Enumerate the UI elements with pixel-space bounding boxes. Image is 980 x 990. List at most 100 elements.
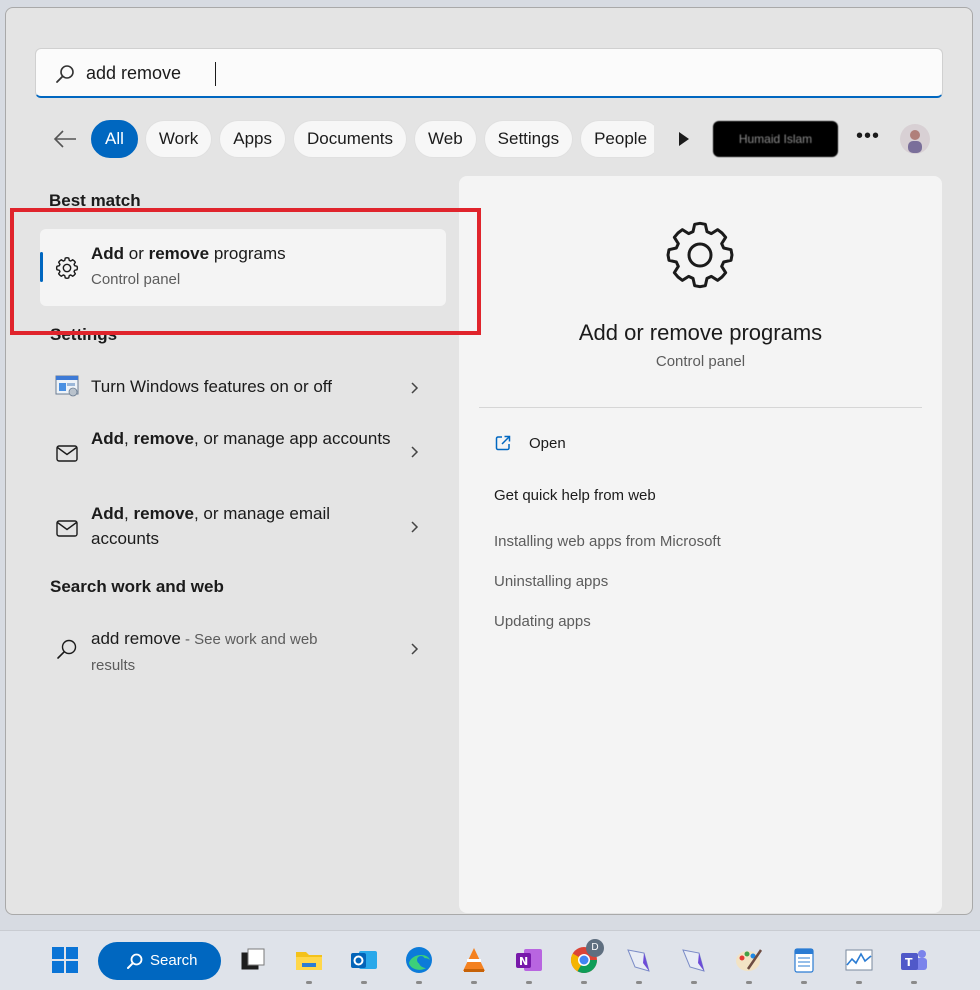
- onenote-icon[interactable]: N: [514, 945, 544, 975]
- chevron-right-icon: [411, 382, 419, 394]
- settings-result-bold-2: remove: [133, 504, 194, 523]
- running-indicator: [361, 981, 367, 984]
- task-view-icon[interactable]: [238, 945, 268, 975]
- search-input[interactable]: [86, 59, 906, 87]
- windows-start-icon[interactable]: [50, 945, 80, 975]
- taskbar-search-button[interactable]: Search: [98, 942, 221, 980]
- play-arrow-icon[interactable]: [672, 128, 694, 150]
- settings-result-bold-2: remove: [133, 429, 194, 448]
- back-arrow-icon[interactable]: [50, 124, 82, 154]
- settings-heading: Settings: [50, 325, 118, 344]
- settings-result-mid: ,: [124, 504, 134, 523]
- filter-chip-work[interactable]: Work: [144, 120, 213, 158]
- web-search-result[interactable]: add remove - See work and web results: [40, 620, 446, 690]
- filter-chip-apps[interactable]: Apps: [219, 120, 287, 158]
- best-match-title-mid: or: [124, 244, 149, 263]
- web-result-query: add remove: [91, 629, 181, 648]
- filter-chips: All Work Apps Documents Web Settings People: [91, 120, 654, 158]
- settings-result-label: Add, remove, or manage app accounts: [91, 426, 391, 451]
- open-button[interactable]: Open: [494, 432, 694, 458]
- profile-badge: D: [586, 939, 604, 957]
- running-indicator: [746, 981, 752, 984]
- running-indicator: [691, 981, 697, 984]
- detail-pane: Add or remove programs Control panel Ope…: [459, 176, 942, 913]
- vlc-icon[interactable]: [459, 945, 489, 975]
- selection-indicator: [40, 252, 43, 282]
- running-indicator: [416, 981, 422, 984]
- taskbar-search-label: Search: [150, 952, 198, 969]
- quick-help-heading: Get quick help from web: [494, 487, 656, 504]
- best-match-heading: Best match: [49, 191, 141, 210]
- settings-result-mid: ,: [124, 429, 134, 448]
- filter-chip-people[interactable]: People: [580, 120, 654, 158]
- paint-icon[interactable]: [734, 945, 764, 975]
- teams-icon[interactable]: T: [899, 945, 929, 975]
- running-indicator: [911, 981, 917, 984]
- open-label: Open: [529, 435, 566, 452]
- search-icon: [56, 65, 74, 83]
- search-icon: [57, 639, 77, 659]
- help-link-uninstalling-apps[interactable]: Uninstalling apps: [494, 573, 608, 590]
- filter-chip-settings[interactable]: Settings: [483, 120, 574, 158]
- settings-result-end: , or manage app accounts: [193, 429, 391, 448]
- edge-icon[interactable]: [404, 945, 434, 975]
- svg-text:T: T: [905, 956, 913, 969]
- taskbar: Search N D T: [0, 930, 980, 990]
- search-icon: [127, 953, 143, 969]
- app-icon[interactable]: [679, 945, 709, 975]
- filter-bar: All Work Apps Documents Web Settings People Hu…: [0, 118, 980, 160]
- running-indicator: [471, 981, 477, 984]
- performance-monitor-icon[interactable]: [844, 945, 874, 975]
- open-external-icon: [495, 435, 511, 451]
- gear-icon: [666, 221, 734, 289]
- search-web-heading: Search work and web: [50, 577, 224, 596]
- chevron-right-icon: [411, 446, 419, 458]
- text-caret: [215, 62, 216, 86]
- best-match-title-bold-1: Add: [91, 244, 125, 263]
- app-icon[interactable]: [624, 945, 654, 975]
- settings-result-label: Turn Windows features on or off: [91, 377, 332, 396]
- running-indicator: [526, 981, 532, 984]
- account-switcher[interactable]: Humaid Islam: [713, 121, 838, 157]
- notepad-icon[interactable]: [789, 945, 819, 975]
- more-options-icon[interactable]: •••: [850, 126, 886, 152]
- outlook-icon[interactable]: [349, 945, 379, 975]
- mail-icon: [56, 520, 78, 537]
- detail-title: Add or remove programs: [578, 320, 823, 345]
- chevron-right-icon: [411, 521, 419, 533]
- running-indicator: [856, 981, 862, 984]
- running-indicator: [306, 981, 312, 984]
- best-match-result[interactable]: Add or remove programs Control panel: [40, 229, 446, 306]
- settings-result-bold-1: Add: [91, 504, 125, 523]
- detail-subtitle: Control panel: [655, 353, 746, 370]
- help-link-installing-web-apps[interactable]: Installing web apps from Microsoft: [494, 533, 721, 550]
- filter-chip-all[interactable]: All: [91, 120, 138, 158]
- windows-features-icon: [55, 375, 79, 397]
- search-box[interactable]: [35, 48, 943, 98]
- svg-text:N: N: [519, 955, 528, 968]
- avatar[interactable]: [900, 124, 930, 154]
- filter-chip-web[interactable]: Web: [414, 120, 477, 158]
- chevron-right-icon: [411, 643, 419, 655]
- best-match-title-bold-2: remove: [148, 244, 210, 263]
- best-match-title-end: programs: [209, 244, 286, 263]
- settings-result-windows-features[interactable]: Turn Windows features on or off: [40, 358, 446, 418]
- web-result-text: add remove - See work and web results: [91, 626, 351, 678]
- help-link-updating-apps[interactable]: Updating apps: [494, 613, 591, 630]
- divider: [479, 407, 922, 408]
- mail-icon: [56, 445, 78, 462]
- settings-result-email-accounts[interactable]: Add, remove, or manage email accounts: [40, 495, 446, 565]
- file-explorer-icon[interactable]: [294, 945, 324, 975]
- best-match-subtitle: Control panel: [91, 271, 181, 288]
- settings-result-app-accounts[interactable]: Add, remove, or manage app accounts: [40, 420, 446, 490]
- gear-icon: [55, 257, 79, 279]
- settings-result-bold-1: Add: [91, 429, 125, 448]
- running-indicator: [581, 981, 587, 984]
- running-indicator: [636, 981, 642, 984]
- running-indicator: [801, 981, 807, 984]
- filter-chip-documents[interactable]: Documents: [293, 120, 407, 158]
- user-avatar-icon: [908, 130, 922, 153]
- best-match-title: Add or remove programs: [91, 244, 286, 264]
- results-pane: Best match Add or remove programs Contro…: [40, 180, 450, 900]
- settings-result-label: Add, remove, or manage email accounts: [91, 501, 391, 551]
